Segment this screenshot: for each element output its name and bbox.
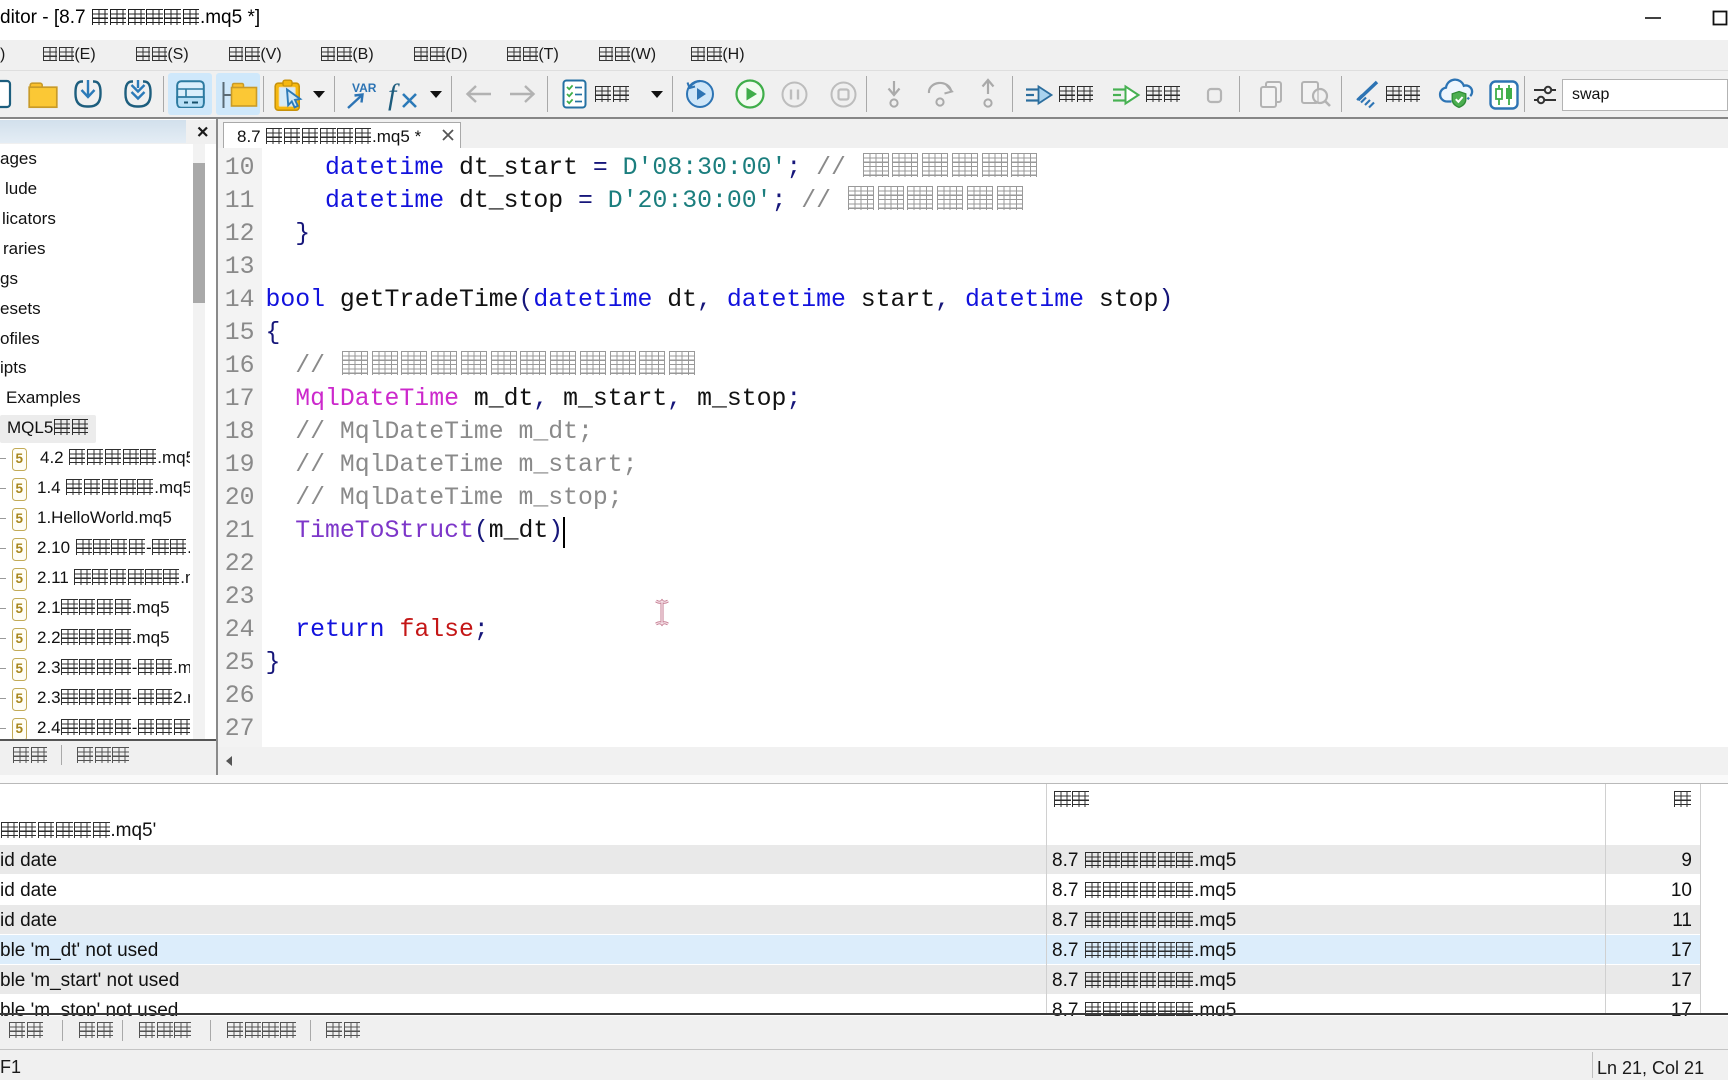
svg-text:f: f bbox=[388, 78, 400, 111]
svg-text:VAR: VAR bbox=[352, 81, 377, 95]
